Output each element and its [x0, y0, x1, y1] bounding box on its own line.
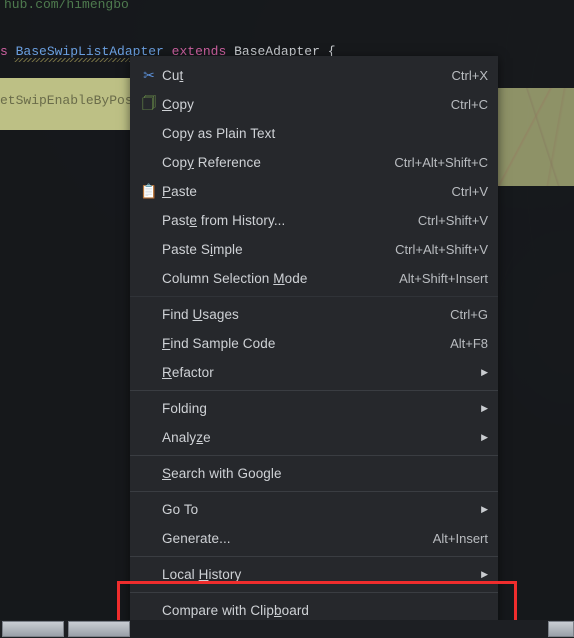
submenu-arrow-icon: ▶ [481, 432, 488, 442]
menu-item-label: Paste Simple [162, 242, 243, 257]
menu-item[interactable]: Column Selection Mode Alt+Shift+Insert [130, 264, 498, 293]
wallpaper-peek-lines [498, 88, 574, 186]
cut-icon: ✂ [136, 66, 162, 86]
menu-item-label: Folding [162, 401, 207, 416]
context-menu[interactable]: ✂ Cut Ctrl+X 🗍 Copy Ctrl+C Copy as Plain Text C… [130, 56, 498, 638]
menu-item-label: Cut [162, 68, 184, 83]
menu-item-label: Generate... [162, 531, 231, 546]
menu-item-icon-slot [136, 529, 162, 549]
menu-item-label: Paste from History... [162, 213, 286, 228]
code-comment-line: hub.com/himengbo [4, 0, 129, 12]
menu-item-label: Analyze [162, 430, 211, 445]
copy-icon: 🗍 [136, 95, 162, 115]
menu-item-icon-slot [136, 211, 162, 231]
menu-item-label: Compare with Clipboard [162, 603, 310, 618]
menu-item[interactable]: Paste from History... Ctrl+Shift+V [130, 206, 498, 235]
paste-icon: 📋 [140, 183, 158, 199]
menu-separator [130, 455, 498, 456]
menu-item[interactable]: Local History ▶ [130, 560, 498, 589]
menu-item-shortcut: Ctrl+Alt+Shift+C [394, 155, 488, 170]
editor-transparent-peek [498, 88, 574, 186]
menu-item-icon-slot [136, 428, 162, 448]
paste-icon: 📋 [136, 182, 162, 202]
menu-item-shortcut: Alt+Shift+Insert [399, 271, 488, 286]
menu-separator [130, 296, 498, 297]
menu-item-shortcut: Ctrl+Alt+Shift+V [395, 242, 488, 257]
menu-item[interactable]: Paste Simple Ctrl+Alt+Shift+V [130, 235, 498, 264]
menu-item-label: Copy Reference [162, 155, 261, 170]
menu-item-icon-slot [136, 601, 162, 621]
taskbar-item[interactable] [548, 621, 574, 637]
menu-item[interactable]: Search with Google [130, 459, 498, 488]
menu-item-icon-slot [136, 399, 162, 419]
menu-item[interactable]: Folding ▶ [130, 394, 498, 423]
menu-item-icon-slot [136, 153, 162, 173]
menu-item[interactable]: Copy as Plain Text [130, 119, 498, 148]
menu-item[interactable]: Generate... Alt+Insert [130, 524, 498, 553]
menu-item-shortcut: Ctrl+C [450, 97, 488, 112]
menu-item-icon-slot [136, 363, 162, 383]
menu-item-label: Copy [162, 97, 194, 112]
menu-item-icon-slot [136, 124, 162, 144]
menu-item-shortcut: Alt+Insert [432, 531, 488, 546]
menu-item[interactable]: Find Sample Code Alt+F8 [130, 329, 498, 358]
menu-separator [130, 491, 498, 492]
menu-item[interactable]: Find Usages Ctrl+G [130, 300, 498, 329]
inspection-squiggle [14, 58, 142, 62]
menu-item-shortcut: Ctrl+X [451, 68, 488, 83]
menu-item-icon-slot [136, 305, 162, 325]
menu-item[interactable]: Refactor ▶ [130, 358, 498, 387]
selected-line-text: etSwipEnableByPos [0, 93, 133, 108]
submenu-arrow-icon: ▶ [481, 403, 488, 413]
menu-item-label: Find Usages [162, 307, 239, 322]
menu-item-icon-slot [136, 500, 162, 520]
menu-item-icon-slot [136, 269, 162, 289]
menu-item-label: Local History [162, 567, 242, 582]
menu-separator [130, 592, 498, 593]
submenu-arrow-icon: ▶ [481, 367, 488, 377]
submenu-arrow-icon: ▶ [481, 569, 488, 579]
menu-separator [130, 556, 498, 557]
code-token-modifier: s [0, 44, 8, 59]
menu-item[interactable]: 🗍 Copy Ctrl+C [130, 90, 498, 119]
menu-item[interactable]: Analyze ▶ [130, 423, 498, 452]
copy-icon: 🗍 [142, 94, 156, 111]
menu-item-label: Find Sample Code [162, 336, 276, 351]
taskbar-item[interactable] [68, 621, 130, 637]
menu-item-icon-slot [136, 565, 162, 585]
menu-item-icon-slot [136, 334, 162, 354]
menu-item[interactable]: ✂ Cut Ctrl+X [130, 61, 498, 90]
menu-item[interactable]: Go To ▶ [130, 495, 498, 524]
menu-item-icon-slot [136, 464, 162, 484]
taskbar-item[interactable] [2, 621, 64, 637]
submenu-arrow-icon: ▶ [481, 504, 488, 514]
menu-item-label: Copy as Plain Text [162, 126, 276, 141]
menu-item-shortcut: Ctrl+Shift+V [417, 213, 488, 228]
menu-item[interactable]: 📋 Paste Ctrl+V [130, 177, 498, 206]
menu-item-label: Go To [162, 502, 199, 517]
menu-item-shortcut: Ctrl+V [451, 184, 488, 199]
menu-item-label: Refactor [162, 365, 214, 380]
menu-item-label: Search with Google [162, 466, 282, 481]
menu-item-shortcut: Ctrl+G [450, 307, 488, 322]
menu-item[interactable]: Copy Reference Ctrl+Alt+Shift+C [130, 148, 498, 177]
menu-item-label: Paste [162, 184, 198, 199]
cut-icon: ✂ [143, 67, 155, 83]
taskbar[interactable] [0, 620, 574, 638]
screen-root: hub.com/himengbo s BaseSwipListAdapter e… [0, 0, 574, 638]
menu-separator [130, 390, 498, 391]
menu-item-label: Column Selection Mode [162, 271, 308, 286]
menu-item-shortcut: Alt+F8 [450, 336, 488, 351]
menu-item-icon-slot [136, 240, 162, 260]
